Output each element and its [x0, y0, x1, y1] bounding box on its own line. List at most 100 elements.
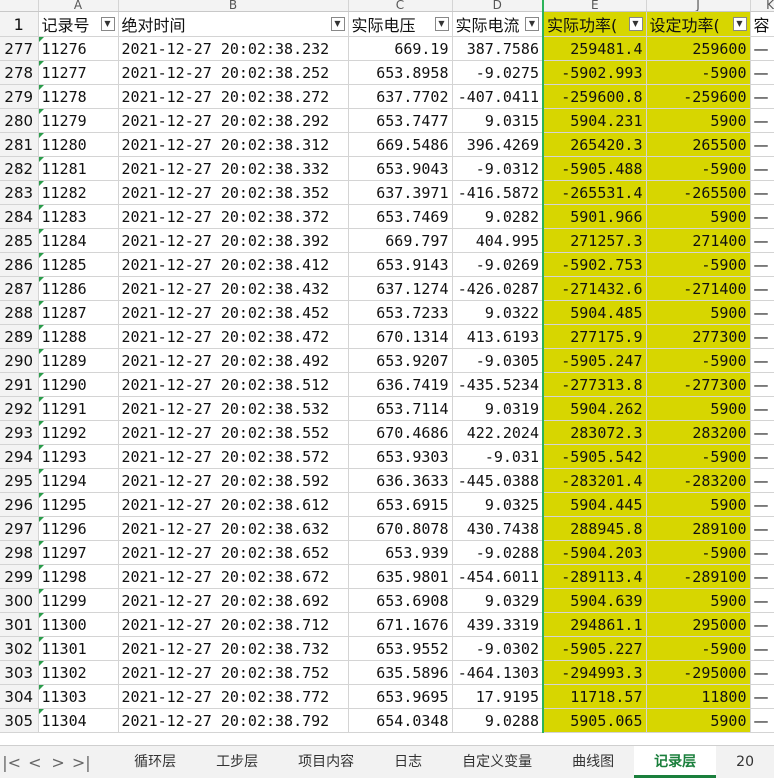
- cell-actual-power[interactable]: 294861.1: [542, 612, 647, 637]
- cell-actual-power[interactable]: 259481.4: [542, 36, 647, 61]
- cell-set-power[interactable]: 271400: [646, 228, 751, 253]
- cell-actual-power[interactable]: -289113.4: [542, 564, 647, 589]
- row-number[interactable]: 300: [0, 588, 39, 613]
- cell-capacity[interactable]: —: [750, 684, 774, 709]
- cell-time[interactable]: 2021-12-27 20:02:38.532: [118, 396, 349, 421]
- cell-voltage[interactable]: 669.19: [348, 36, 453, 61]
- cell-voltage[interactable]: 671.1676: [348, 612, 453, 637]
- cell-record-id[interactable]: 11285: [38, 252, 119, 277]
- cell-voltage[interactable]: 636.7419: [348, 372, 453, 397]
- cell-current[interactable]: 439.3319: [452, 612, 544, 637]
- cell-actual-power[interactable]: 5904.231: [542, 108, 647, 133]
- cell-record-id[interactable]: 11302: [38, 660, 119, 685]
- cell-voltage[interactable]: 669.5486: [348, 132, 453, 157]
- cell-record-id[interactable]: 11276: [38, 36, 119, 61]
- cell-current[interactable]: 404.995: [452, 228, 544, 253]
- cell-set-power[interactable]: 283200: [646, 420, 751, 445]
- cell-capacity[interactable]: —: [750, 396, 774, 421]
- sheet-tab[interactable]: 曲线图: [552, 746, 634, 778]
- cell-current[interactable]: -464.1303: [452, 660, 544, 685]
- cell-current[interactable]: -426.0287: [452, 276, 544, 301]
- cell-current[interactable]: -407.0411: [452, 84, 544, 109]
- cell-current[interactable]: 422.2024: [452, 420, 544, 445]
- row-number[interactable]: 284: [0, 204, 39, 229]
- cell-actual-power[interactable]: 5904.445: [542, 492, 647, 517]
- cell-set-power[interactable]: 5900: [646, 492, 751, 517]
- cell-record-id[interactable]: 11301: [38, 636, 119, 661]
- cell-capacity[interactable]: —: [750, 156, 774, 181]
- cell-set-power[interactable]: -5900: [646, 540, 751, 565]
- cell-voltage[interactable]: 653.7469: [348, 204, 453, 229]
- cell-capacity[interactable]: —: [750, 180, 774, 205]
- column-header-D[interactable]: D: [452, 0, 544, 12]
- cell-capacity[interactable]: —: [750, 252, 774, 277]
- cell-set-power[interactable]: 289100: [646, 516, 751, 541]
- row-number[interactable]: 281: [0, 132, 39, 157]
- cell-set-power[interactable]: 265500: [646, 132, 751, 157]
- cell-record-id[interactable]: 11278: [38, 84, 119, 109]
- row-number[interactable]: 288: [0, 300, 39, 325]
- filter-dropdown-icon[interactable]: ▼: [732, 17, 747, 31]
- cell-record-id[interactable]: 11277: [38, 60, 119, 85]
- cell-record-id[interactable]: 11280: [38, 132, 119, 157]
- cell-actual-power[interactable]: -259600.8: [542, 84, 647, 109]
- cell-voltage[interactable]: 653.9207: [348, 348, 453, 373]
- cell-voltage[interactable]: 653.6908: [348, 588, 453, 613]
- cell-capacity[interactable]: —: [750, 660, 774, 685]
- cell-capacity[interactable]: —: [750, 204, 774, 229]
- column-header-J[interactable]: J: [646, 0, 751, 12]
- cell-current[interactable]: 387.7586: [452, 36, 544, 61]
- cell-time[interactable]: 2021-12-27 20:02:38.292: [118, 108, 349, 133]
- row-number[interactable]: 280: [0, 108, 39, 133]
- header-cell[interactable]: 记录号 ▼: [38, 11, 119, 37]
- cell-actual-power[interactable]: -5905.488: [542, 156, 647, 181]
- row-number[interactable]: 1: [0, 11, 39, 37]
- cell-current[interactable]: 9.0325: [452, 492, 544, 517]
- cell-voltage[interactable]: 637.7702: [348, 84, 453, 109]
- cell-time[interactable]: 2021-12-27 20:02:38.412: [118, 252, 349, 277]
- cell-set-power[interactable]: 5900: [646, 708, 751, 733]
- filter-dropdown-icon[interactable]: ▼: [628, 17, 643, 31]
- cell-record-id[interactable]: 11284: [38, 228, 119, 253]
- cell-record-id[interactable]: 11279: [38, 108, 119, 133]
- cell-time[interactable]: 2021-12-27 20:02:38.712: [118, 612, 349, 637]
- sheet-tab[interactable]: 20: [716, 746, 774, 778]
- cell-time[interactable]: 2021-12-27 20:02:38.592: [118, 468, 349, 493]
- cell-actual-power[interactable]: -5905.227: [542, 636, 647, 661]
- row-number[interactable]: 304: [0, 684, 39, 709]
- cell-record-id[interactable]: 11281: [38, 156, 119, 181]
- cell-actual-power[interactable]: 5901.966: [542, 204, 647, 229]
- cell-voltage[interactable]: 637.1274: [348, 276, 453, 301]
- row-number[interactable]: 287: [0, 276, 39, 301]
- last-sheet-button[interactable]: >|: [70, 753, 93, 772]
- row-number[interactable]: 297: [0, 516, 39, 541]
- cell-time[interactable]: 2021-12-27 20:02:38.732: [118, 636, 349, 661]
- cell-record-id[interactable]: 11288: [38, 324, 119, 349]
- cell-capacity[interactable]: —: [750, 444, 774, 469]
- cell-current[interactable]: 9.0329: [452, 588, 544, 613]
- cell-time[interactable]: 2021-12-27 20:02:38.572: [118, 444, 349, 469]
- header-cell[interactable]: 设定功率(▼: [646, 11, 751, 37]
- cell-time[interactable]: 2021-12-27 20:02:38.312: [118, 132, 349, 157]
- cell-current[interactable]: 9.0288: [452, 708, 544, 733]
- cell-current[interactable]: 17.9195: [452, 684, 544, 709]
- cell-voltage[interactable]: 670.1314: [348, 324, 453, 349]
- cell-voltage[interactable]: 653.6915: [348, 492, 453, 517]
- cell-voltage[interactable]: 653.9303: [348, 444, 453, 469]
- cell-time[interactable]: 2021-12-27 20:02:38.432: [118, 276, 349, 301]
- cell-time[interactable]: 2021-12-27 20:02:38.372: [118, 204, 349, 229]
- cell-time[interactable]: 2021-12-27 20:02:38.452: [118, 300, 349, 325]
- cell-voltage[interactable]: 653.7114: [348, 396, 453, 421]
- cell-capacity[interactable]: —: [750, 108, 774, 133]
- row-number[interactable]: 299: [0, 564, 39, 589]
- cell-actual-power[interactable]: -283201.4: [542, 468, 647, 493]
- cell-capacity[interactable]: —: [750, 84, 774, 109]
- cell-actual-power[interactable]: -5904.203: [542, 540, 647, 565]
- cell-actual-power[interactable]: -5902.993: [542, 60, 647, 85]
- cell-current[interactable]: -9.0275: [452, 60, 544, 85]
- cell-set-power[interactable]: 259600: [646, 36, 751, 61]
- sheet-tab[interactable]: 工步层: [196, 746, 278, 778]
- cell-voltage[interactable]: 653.8958: [348, 60, 453, 85]
- row-number[interactable]: 293: [0, 420, 39, 445]
- header-cell[interactable]: 绝对时间 ▼: [118, 11, 349, 37]
